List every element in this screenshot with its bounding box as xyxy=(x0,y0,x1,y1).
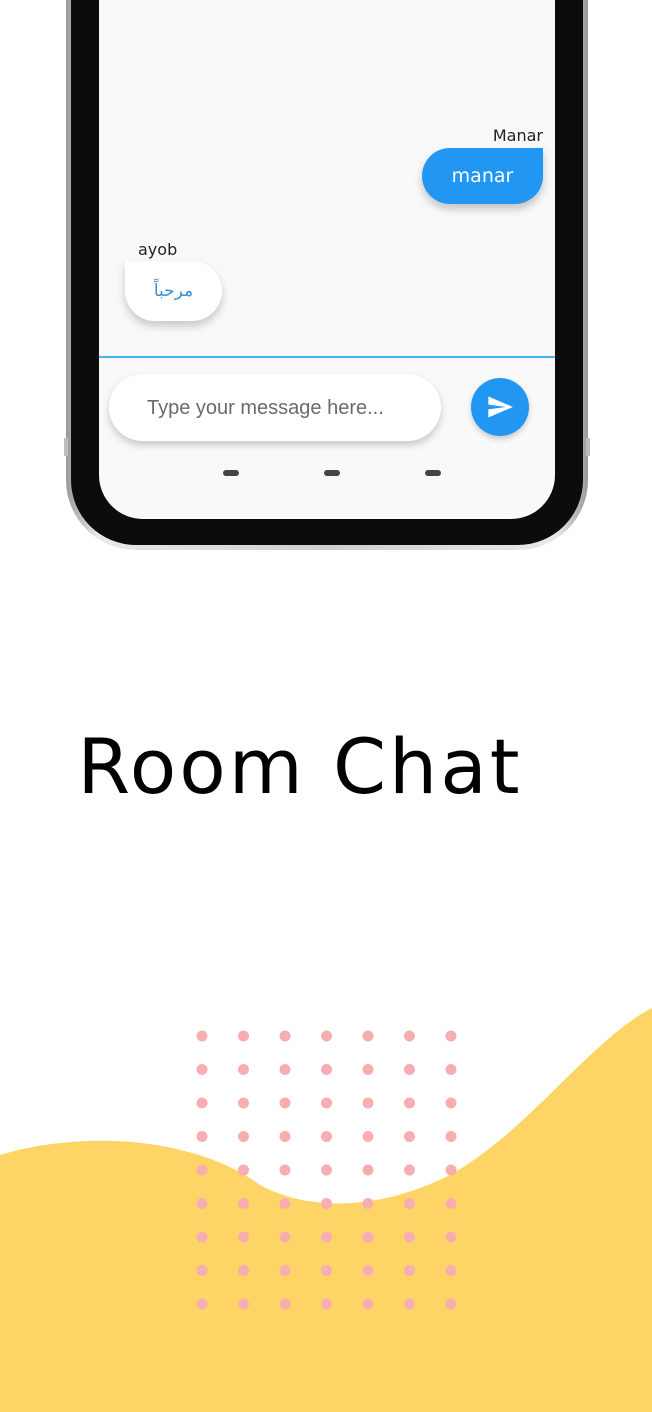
decorative-dot xyxy=(238,1198,249,1209)
decorative-dot xyxy=(445,1298,457,1310)
decorative-wave xyxy=(0,1008,652,1412)
sender-name: Manar xyxy=(492,126,543,145)
message-input[interactable] xyxy=(145,374,429,443)
decorative-dot xyxy=(279,1265,291,1276)
sender-name: ayob xyxy=(138,240,178,259)
decorative-dot xyxy=(196,1064,208,1075)
decorative-dot xyxy=(238,1164,249,1176)
decorative-dot xyxy=(321,1164,332,1176)
outgoing-message-bubble[interactable]: manar xyxy=(422,148,543,204)
decorative-dot xyxy=(321,1097,332,1109)
decorative-dot xyxy=(362,1198,374,1209)
decorative-dot xyxy=(362,1030,374,1042)
decorative-dot xyxy=(404,1131,415,1142)
phone-frame: Manar manar ayob مرحباً xyxy=(64,0,590,550)
message-text: manar xyxy=(451,165,514,187)
decorative-dot xyxy=(362,1231,374,1243)
decorative-dot xyxy=(445,1164,457,1176)
decorative-dot xyxy=(321,1198,332,1209)
decorative-dot xyxy=(279,1131,291,1142)
decorative-dot xyxy=(362,1131,374,1142)
message-input-container xyxy=(109,374,441,443)
decorative-dot xyxy=(445,1265,457,1276)
decorative-dot xyxy=(279,1231,291,1243)
decorative-dot xyxy=(279,1097,291,1109)
decorative-dot xyxy=(321,1265,332,1276)
send-icon xyxy=(488,396,513,418)
phone-side-button xyxy=(64,438,68,456)
decorative-dot xyxy=(362,1265,374,1276)
decorative-dot xyxy=(279,1198,291,1209)
decorative-dot xyxy=(404,1298,415,1310)
decorative-dot xyxy=(321,1064,332,1075)
decorative-dot xyxy=(321,1231,332,1243)
composer-divider xyxy=(99,356,555,358)
decorative-dot xyxy=(196,1198,208,1209)
decorative-dot xyxy=(362,1097,374,1109)
decorative-dot xyxy=(238,1097,249,1109)
nav-recents-hint xyxy=(425,470,441,476)
decorative-dot xyxy=(238,1265,249,1276)
decorative-dot xyxy=(404,1030,415,1042)
decorative-dot xyxy=(321,1131,332,1142)
decorative-dot xyxy=(404,1231,415,1243)
decorative-dot xyxy=(362,1298,374,1310)
decorative-dot xyxy=(196,1030,208,1042)
nav-back-hint xyxy=(223,470,239,476)
decorative-dot xyxy=(238,1231,249,1243)
decorative-dot xyxy=(321,1298,332,1310)
decorative-dot xyxy=(404,1164,415,1176)
decorative-dot xyxy=(279,1298,291,1310)
decorative-dot xyxy=(196,1231,208,1243)
message-text: مرحباً xyxy=(153,281,194,301)
decorative-dot xyxy=(238,1030,249,1042)
decorative-dot xyxy=(362,1164,374,1176)
decorative-dot xyxy=(362,1064,374,1075)
send-button[interactable] xyxy=(471,378,529,436)
decorative-dot xyxy=(196,1131,208,1142)
decorative-dot xyxy=(279,1164,291,1176)
phone-bezel: Manar manar ayob مرحباً xyxy=(71,0,583,545)
decorative-dot xyxy=(445,1231,457,1243)
page-title: Room Chat xyxy=(77,722,523,811)
incoming-message-bubble[interactable]: مرحباً xyxy=(125,261,222,321)
chat-screen: Manar manar ayob مرحباً xyxy=(99,0,555,519)
decorative-dot xyxy=(445,1131,457,1142)
decorative-dot xyxy=(321,1030,332,1042)
decorative-dot xyxy=(196,1097,208,1109)
decorative-dot xyxy=(279,1030,291,1042)
phone-side-button xyxy=(586,438,590,456)
decorative-dot xyxy=(404,1198,415,1209)
decorative-dot xyxy=(238,1064,249,1075)
decorative-dot xyxy=(196,1298,208,1310)
decorative-dot xyxy=(445,1064,457,1075)
decorative-dot xyxy=(445,1097,457,1109)
nav-home-hint xyxy=(324,470,340,476)
decorative-dot xyxy=(196,1164,208,1176)
decorative-dot xyxy=(445,1030,457,1042)
decorative-dot xyxy=(404,1064,415,1075)
decorative-dot xyxy=(404,1265,415,1276)
decorative-dot xyxy=(445,1198,457,1209)
decorative-dot xyxy=(238,1298,249,1310)
decorative-dot xyxy=(279,1064,291,1075)
decorative-dot xyxy=(196,1265,208,1276)
decorative-dot xyxy=(238,1131,249,1142)
decorative-dot xyxy=(404,1097,415,1109)
